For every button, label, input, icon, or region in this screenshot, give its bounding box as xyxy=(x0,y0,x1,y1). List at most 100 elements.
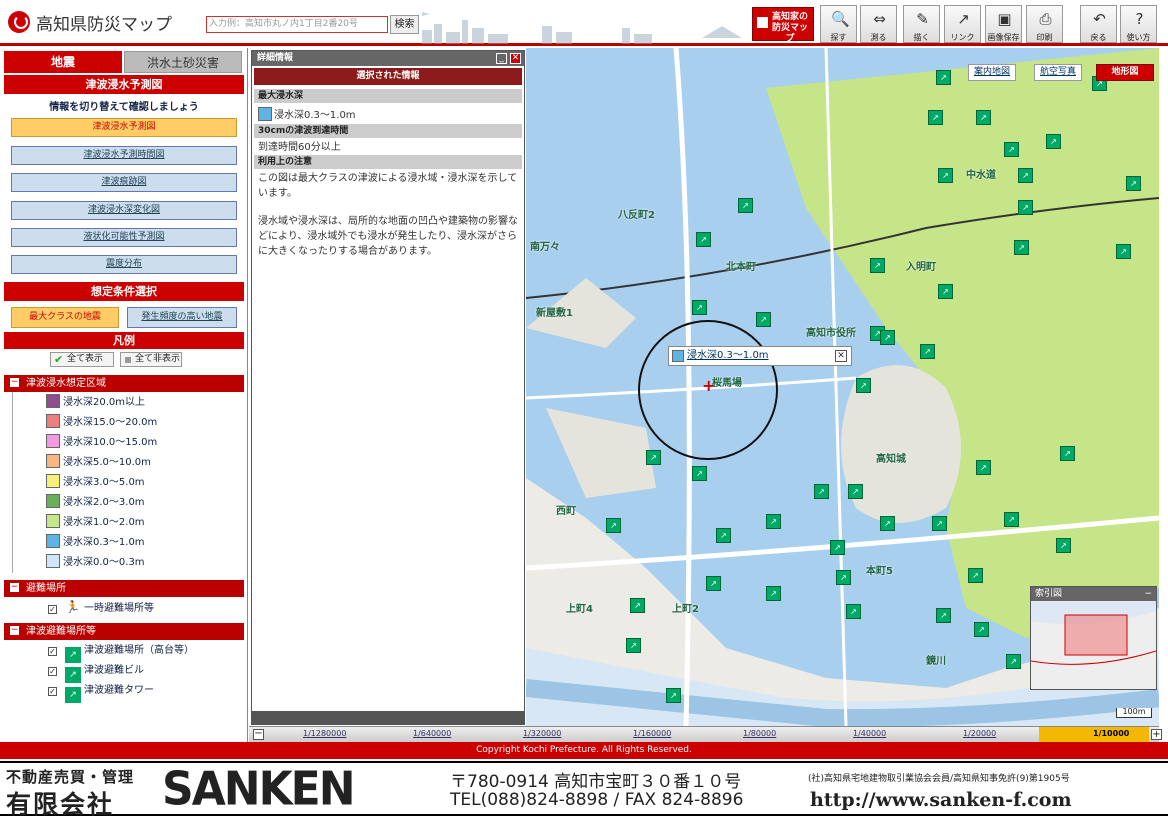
tsunami-shelter-marker-icon[interactable]: ↗ xyxy=(692,466,707,481)
close-icon[interactable]: ✕ xyxy=(510,53,521,64)
tsunami-shelter-marker-icon[interactable]: ↗ xyxy=(880,330,895,345)
tsunami-shelter-marker-icon[interactable]: ↗ xyxy=(630,598,645,613)
scale-option[interactable]: 1/40000 xyxy=(853,729,886,738)
tsunami-shelter-marker-icon[interactable]: ↗ xyxy=(766,514,781,529)
legend-item-evac-tower[interactable]: ✓ ↗ 津波避難タワー xyxy=(48,682,154,703)
search-button[interactable]: 検索 xyxy=(390,15,419,34)
tsunami-shelter-marker-icon[interactable]: ↗ xyxy=(846,604,861,619)
tool-button-pen[interactable]: ✎ 描く xyxy=(903,5,940,43)
layer-button-guide-map[interactable]: 案内地図 xyxy=(968,64,1016,81)
layer-button-aerial[interactable]: 航空写真 xyxy=(1034,64,1082,81)
layer-button-topographic[interactable]: 地形図 xyxy=(1096,64,1154,81)
tsunami-shelter-marker-icon[interactable]: ↗ xyxy=(646,450,661,465)
scale-option[interactable]: 1/80000 xyxy=(743,729,776,738)
tsunami-shelter-marker-icon[interactable]: ↗ xyxy=(976,110,991,125)
map-canvas[interactable]: ↗ ↗ ↗ ↗ ↗ ↗ ↗ ↗ ↗ ↗ ↗ ↗ ↗ ↗ ↗ ↗ ↗ ↗ ↗ ↗ ↗ ↗ ↗ ↗ ↗ ↗ ↗ ↗ ↗ ↗ ↗ ↗ ↗ ↗ ↗ ↗ ↗ ↗ ↗ ↗… xyxy=(526,48,1159,726)
show-all-button[interactable]: ✔ 全て表示 xyxy=(50,352,114,367)
tsunami-shelter-marker-icon[interactable]: ↗ xyxy=(936,608,951,623)
tsunami-shelter-marker-icon[interactable]: ↗ xyxy=(1018,200,1033,215)
tool-button-undo[interactable]: ↶ 戻る xyxy=(1080,5,1117,43)
minimize-icon[interactable]: _ xyxy=(496,53,507,64)
tsunami-shelter-marker-icon[interactable]: ↗ xyxy=(1004,512,1019,527)
tsunami-shelter-marker-icon[interactable]: ↗ xyxy=(932,516,947,531)
tsunami-shelter-marker-icon[interactable]: ↗ xyxy=(880,516,895,531)
ad-url[interactable]: http://www.sanken-f.com xyxy=(810,789,1072,811)
tsunami-shelter-marker-icon[interactable]: ↗ xyxy=(1014,240,1029,255)
tool-button-magnifier[interactable]: 🔍 探す xyxy=(820,5,857,43)
tsunami-shelter-marker-icon[interactable]: ↗ xyxy=(666,688,681,703)
scale-option[interactable]: 1/320000 xyxy=(523,729,561,738)
legend-group-tsunami-evac[interactable]: 津波避難場所等 xyxy=(4,623,244,640)
zoom-out-button[interactable]: − xyxy=(253,729,264,740)
checkbox[interactable]: ✓ xyxy=(48,687,57,696)
map-button-tsunami-trace[interactable]: 津波痕跡図 xyxy=(11,173,237,192)
tsunami-shelter-marker-icon[interactable]: ↗ xyxy=(1006,654,1021,669)
tsunami-shelter-marker-icon[interactable]: ↗ xyxy=(938,168,953,183)
legend-item-evac-building[interactable]: ✓ ↗ 津波避難ビル xyxy=(48,662,144,683)
tsunami-shelter-marker-icon[interactable]: ↗ xyxy=(1060,446,1075,461)
kochi-home-disaster-map-button[interactable]: 高知家の防災マップ xyxy=(752,7,814,44)
tsunami-shelter-marker-icon[interactable]: ↗ xyxy=(696,232,711,247)
scale-option[interactable]: 1/640000 xyxy=(413,729,451,738)
scale-option[interactable]: 1/1280000 xyxy=(303,729,346,738)
tsunami-shelter-marker-icon[interactable]: ↗ xyxy=(716,528,731,543)
scale-option[interactable]: 1/20000 xyxy=(963,729,996,738)
tsunami-shelter-marker-icon[interactable]: ↗ xyxy=(856,378,871,393)
tool-button-printer[interactable]: ⎙ 印刷 xyxy=(1026,5,1063,43)
legend-group-tsunami-area[interactable]: 津波浸水想定区域 xyxy=(4,375,244,392)
map-button-tsunami-time[interactable]: 津波浸水予測時間図 xyxy=(11,146,237,165)
cond-button-max-class[interactable]: 最大クラスの地震 xyxy=(11,307,119,328)
legend-item-depth[interactable]: 浸水深1.0〜2.0m xyxy=(46,514,145,531)
address-search-input[interactable]: 入力例：高知市丸ノ内1丁目2番20号 xyxy=(206,16,388,33)
legend-item-depth[interactable]: 浸水深0.0〜0.3m xyxy=(46,554,145,571)
zoom-in-button[interactable]: + xyxy=(1151,729,1162,740)
tsunami-shelter-marker-icon[interactable]: ↗ xyxy=(976,460,991,475)
scale-option[interactable]: 1/160000 xyxy=(633,729,671,738)
tab-earthquake[interactable]: 地震 xyxy=(4,51,122,73)
legend-item-depth[interactable]: 浸水深2.0〜3.0m xyxy=(46,494,145,511)
tsunami-shelter-marker-icon[interactable]: ↗ xyxy=(738,198,753,213)
legend-item-high-ground[interactable]: ✓ ↗ 津波避難場所（高台等） xyxy=(48,642,194,663)
tsunami-shelter-marker-icon[interactable]: ↗ xyxy=(814,484,829,499)
tab-flood-landslide[interactable]: 洪水土砂災害 xyxy=(124,51,242,73)
tsunami-shelter-marker-icon[interactable]: ↗ xyxy=(938,284,953,299)
tsunami-shelter-marker-icon[interactable]: ↗ xyxy=(968,568,983,583)
tsunami-shelter-marker-icon[interactable]: ↗ xyxy=(1004,142,1019,157)
checkbox[interactable]: ✓ xyxy=(48,647,57,656)
tsunami-shelter-marker-icon[interactable]: ↗ xyxy=(936,70,951,85)
tsunami-shelter-marker-icon[interactable]: ↗ xyxy=(848,484,863,499)
tsunami-shelter-marker-icon[interactable]: ↗ xyxy=(766,586,781,601)
minimize-icon[interactable]: − xyxy=(1144,587,1152,601)
legend-item-depth[interactable]: 浸水深3.0〜5.0m xyxy=(46,474,145,491)
tsunami-shelter-marker-icon[interactable]: ↗ xyxy=(1116,244,1131,259)
legend-item-depth[interactable]: 浸水深10.0〜15.0m xyxy=(46,434,157,451)
popup-close-icon[interactable]: ✕ xyxy=(835,350,847,362)
scale-option[interactable]: 1/10000 xyxy=(1093,729,1129,738)
tsunami-shelter-marker-icon[interactable]: ↗ xyxy=(706,576,721,591)
map-button-liquefaction[interactable]: 液状化可能性予測図 xyxy=(11,228,237,247)
legend-item-depth[interactable]: 浸水深20.0m以上 xyxy=(46,394,145,411)
map-button-depth-change[interactable]: 津波浸水深変化図 xyxy=(11,201,237,220)
tool-button-link[interactable]: ↗ リンク xyxy=(944,5,981,43)
legend-item-temp-evac[interactable]: ✓ 🏃 一時避難場所等 xyxy=(48,599,154,616)
legend-item-depth[interactable]: 浸水深0.3〜1.0m xyxy=(46,534,145,551)
map-button-tsunami-inundation[interactable]: 津波浸水予測図 xyxy=(11,118,237,137)
tsunami-shelter-marker-icon[interactable]: ↗ xyxy=(606,518,621,533)
checkbox[interactable]: ✓ xyxy=(48,605,57,614)
cond-button-frequent[interactable]: 発生頻度の高い地震 xyxy=(127,307,237,328)
tool-button-ruler[interactable]: ⇔ 測る xyxy=(860,5,897,43)
map-button-seismic-intensity[interactable]: 震度分布 xyxy=(11,255,237,274)
tsunami-shelter-marker-icon[interactable]: ↗ xyxy=(974,622,989,637)
tsunami-shelter-marker-icon[interactable]: ↗ xyxy=(830,540,845,555)
tsunami-shelter-marker-icon[interactable]: ↗ xyxy=(626,638,641,653)
tsunami-shelter-marker-icon[interactable]: ↗ xyxy=(836,570,851,585)
tool-button-help[interactable]: ? 使い方 xyxy=(1120,5,1157,43)
legend-item-depth[interactable]: 浸水深5.0〜10.0m xyxy=(46,454,151,471)
tsunami-shelter-marker-icon[interactable]: ↗ xyxy=(870,258,885,273)
tsunami-shelter-marker-icon[interactable]: ↗ xyxy=(928,110,943,125)
tsunami-shelter-marker-icon[interactable]: ↗ xyxy=(1056,538,1071,553)
tsunami-shelter-marker-icon[interactable]: ↗ xyxy=(756,312,771,327)
hide-all-button[interactable]: 全て非表示 xyxy=(120,352,182,367)
tsunami-shelter-marker-icon[interactable]: ↗ xyxy=(1046,134,1061,149)
legend-group-evacuation[interactable]: 避難場所 xyxy=(4,580,244,597)
